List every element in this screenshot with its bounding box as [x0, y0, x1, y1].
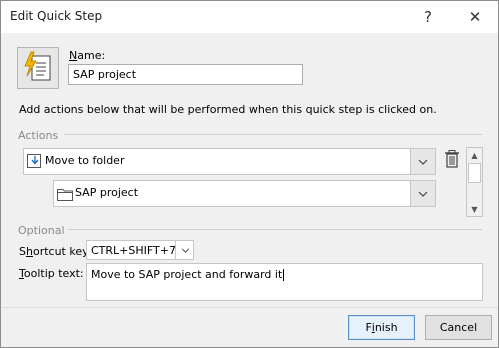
shortcut-label-post: ortcut key:	[32, 245, 92, 258]
title-bar: Edit Quick Step ? ✕	[1, 1, 498, 33]
shortcut-label-accel: h	[25, 245, 33, 258]
shortcut-key-label: Shortcut key:	[19, 245, 92, 258]
tooltip-text-label: Tooltip text:	[19, 267, 84, 280]
shortcut-key-value: CTRL+SHIFT+7	[91, 244, 176, 257]
actions-scrollbar[interactable]: ▲ ▼	[466, 147, 483, 217]
tooltip-text-field[interactable]: Move to SAP project and forward it	[86, 263, 483, 301]
actions-section-label: Actions	[18, 129, 59, 142]
scroll-up-arrow-icon[interactable]: ▲	[467, 148, 482, 162]
actions-divider	[64, 134, 482, 135]
move-to-folder-icon	[27, 154, 43, 172]
folder-dropdown[interactable]: SAP project	[53, 180, 436, 207]
footer-divider	[2, 307, 498, 308]
text-caret	[283, 269, 285, 281]
tooltip-label-rest: ooltip text:	[23, 267, 84, 280]
help-button[interactable]: ?	[405, 1, 451, 33]
tooltip-text-value: Move to SAP project and forward it	[91, 268, 283, 281]
optional-divider	[68, 229, 482, 230]
finish-button[interactable]: Fi nish	[348, 315, 415, 340]
name-label-rest: ame:	[77, 49, 106, 62]
finish-label-post: nish	[374, 321, 398, 334]
scroll-down-arrow-icon[interactable]: ▼	[467, 202, 482, 216]
name-field[interactable]: SAP project	[68, 64, 303, 85]
chevron-down-icon[interactable]	[410, 181, 435, 206]
delete-action-icon[interactable]	[444, 150, 460, 168]
folder-label: SAP project	[75, 186, 139, 199]
chevron-down-icon[interactable]	[410, 149, 435, 174]
action-type-label: Move to folder	[45, 154, 125, 167]
cancel-button[interactable]: Cancel	[425, 315, 492, 340]
shortcut-key-dropdown[interactable]: CTRL+SHIFT+7	[86, 240, 194, 260]
name-label-accel: N	[69, 49, 78, 62]
shortcut-label-pre: S	[19, 245, 26, 258]
optional-section-label: Optional	[18, 224, 65, 237]
chevron-down-icon[interactable]	[175, 241, 194, 259]
edit-quick-step-dialog: Edit Quick Step ? ✕ Name: SAP project Ad…	[0, 0, 499, 348]
scrollbar-thumb[interactable]	[468, 163, 481, 183]
folder-icon	[57, 187, 73, 204]
action-type-dropdown[interactable]: Move to folder	[23, 148, 436, 175]
instructions-text: Add actions below that will be performed…	[19, 103, 437, 116]
quick-step-icon[interactable]	[17, 47, 59, 89]
dialog-title: Edit Quick Step	[10, 9, 103, 23]
name-label: Name:	[69, 49, 105, 62]
close-button[interactable]: ✕	[452, 1, 498, 33]
